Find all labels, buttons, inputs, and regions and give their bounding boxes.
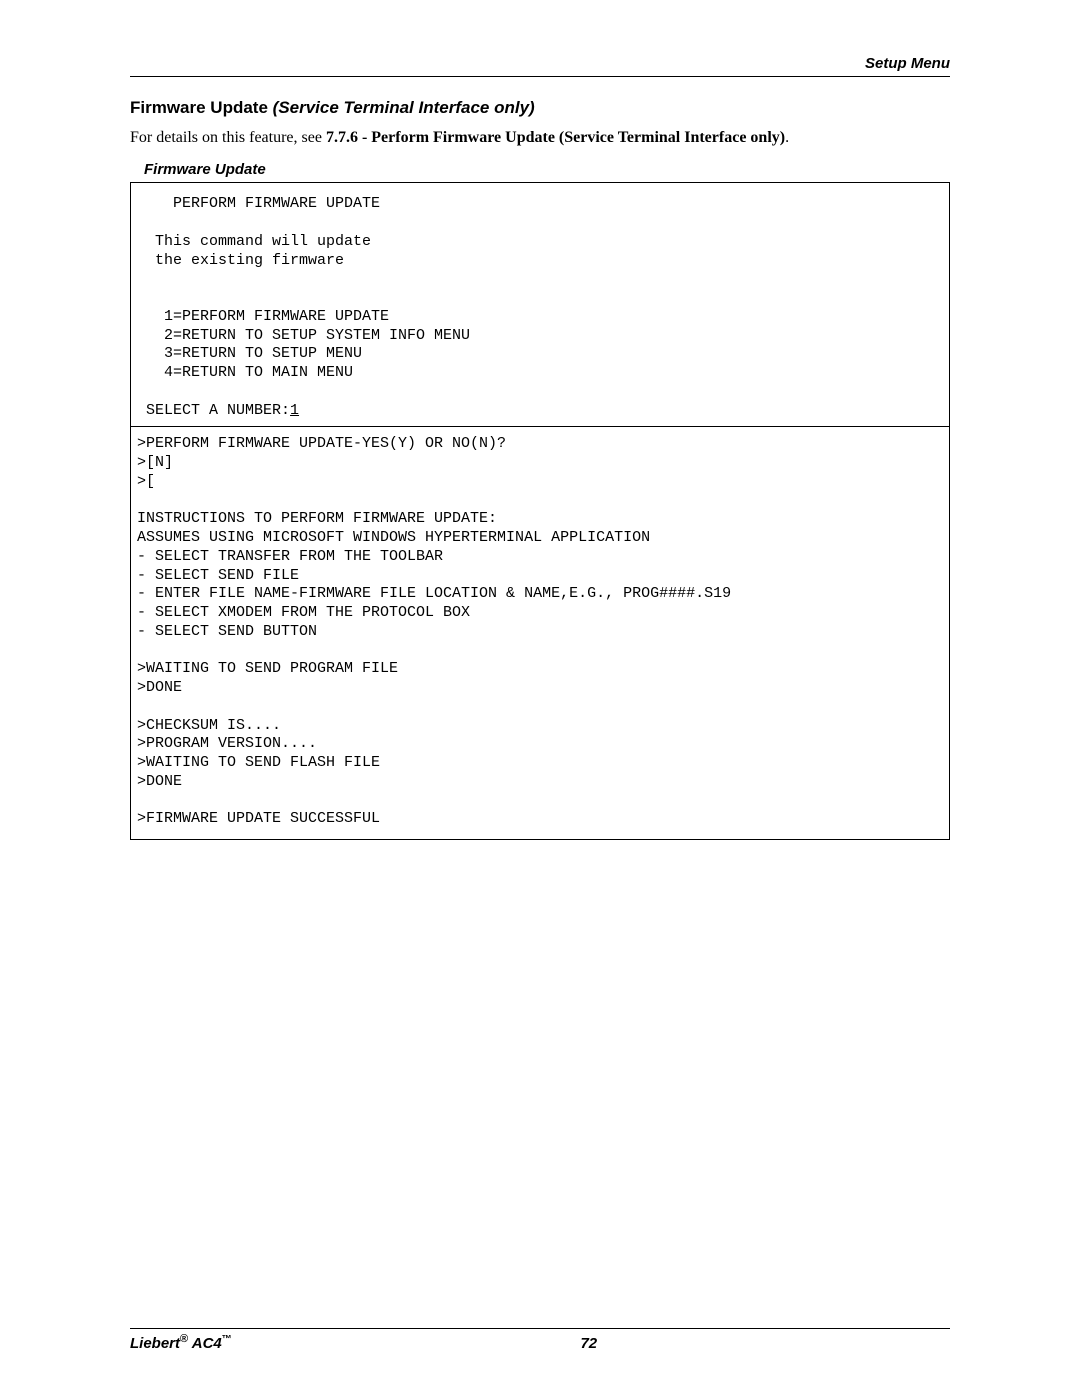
footer-brand-name: Liebert <box>130 1335 180 1352</box>
section-title: Firmware Update (Service Terminal Interf… <box>130 97 950 119</box>
terminal-line: >WAITING TO SEND FLASH FILE <box>137 754 943 773</box>
terminal-line: >DONE <box>137 773 943 792</box>
intro-suffix: . <box>785 129 789 146</box>
terminal-line: >DONE <box>137 679 943 698</box>
terminal-blank <box>137 642 943 661</box>
terminal-option: 2=RETURN TO SETUP SYSTEM INFO MENU <box>137 327 943 346</box>
footer-brand: Liebert® AC4™ <box>130 1333 232 1352</box>
intro-reference: 7.7.6 - Perform Firmware Update (Service… <box>326 129 785 146</box>
terminal-line: - SELECT SEND BUTTON <box>137 623 943 642</box>
terminal-option: 3=RETURN TO SETUP MENU <box>137 345 943 364</box>
terminal-blank <box>137 214 943 233</box>
terminal-line: >PERFORM FIRMWARE UPDATE-YES(Y) OR NO(N)… <box>137 435 943 454</box>
footer-product: AC4 <box>188 1335 222 1352</box>
terminal-blank <box>137 698 943 717</box>
footer-page-number: 72 <box>580 1335 597 1352</box>
terminal-blank <box>137 289 943 308</box>
terminal-line: INSTRUCTIONS TO PERFORM FIRMWARE UPDATE: <box>137 510 943 529</box>
section-title-main: Firmware Update <box>130 98 273 117</box>
terminal-output-box: PERFORM FIRMWARE UPDATE This command wil… <box>130 182 950 840</box>
terminal-blank <box>137 270 943 289</box>
trademark-symbol: ™ <box>222 1334 232 1345</box>
terminal-line: >PROGRAM VERSION.... <box>137 735 943 754</box>
prompt-value: 1 <box>290 402 299 419</box>
terminal-option: 4=RETURN TO MAIN MENU <box>137 364 943 383</box>
intro-prefix: For details on this feature, see <box>130 129 326 146</box>
terminal-blank <box>137 383 943 402</box>
terminal-line: - SELECT SEND FILE <box>137 567 943 586</box>
terminal-line: This command will update <box>137 233 943 252</box>
page-footer: Liebert® AC4™ 72 . <box>130 1328 950 1352</box>
footer-rule <box>130 1328 950 1329</box>
registered-symbol: ® <box>180 1333 188 1345</box>
terminal-blank <box>137 492 943 511</box>
section-title-qualifier: (Service Terminal Interface only) <box>273 98 535 117</box>
terminal-line: >[ <box>137 473 943 492</box>
terminal-line: ASSUMES USING MICROSOFT WINDOWS HYPERTER… <box>137 529 943 548</box>
terminal-line: >WAITING TO SEND PROGRAM FILE <box>137 660 943 679</box>
terminal-line: >FIRMWARE UPDATE SUCCESSFUL <box>137 810 943 829</box>
footer-row: Liebert® AC4™ 72 . <box>130 1333 950 1352</box>
prompt-label: SELECT A NUMBER: <box>137 402 290 419</box>
terminal-line: PERFORM FIRMWARE UPDATE <box>137 195 943 214</box>
header-rule <box>130 76 950 77</box>
terminal-line: - SELECT TRANSFER FROM THE TOOLBAR <box>137 548 943 567</box>
terminal-line: >CHECKSUM IS.... <box>137 717 943 736</box>
intro-paragraph: For details on this feature, see 7.7.6 -… <box>130 127 950 149</box>
terminal-line: the existing firmware <box>137 252 943 271</box>
terminal-divider <box>131 426 949 427</box>
page-header-section: Setup Menu <box>130 55 950 76</box>
terminal-option: 1=PERFORM FIRMWARE UPDATE <box>137 308 943 327</box>
figure-caption: Firmware Update <box>144 161 950 178</box>
terminal-line: - ENTER FILE NAME-FIRMWARE FILE LOCATION… <box>137 585 943 604</box>
terminal-line: - SELECT XMODEM FROM THE PROTOCOL BOX <box>137 604 943 623</box>
document-page: Setup Menu Firmware Update (Service Term… <box>0 0 1080 1397</box>
terminal-prompt: SELECT A NUMBER:1 <box>137 402 943 421</box>
terminal-blank <box>137 792 943 811</box>
terminal-line: >[N] <box>137 454 943 473</box>
